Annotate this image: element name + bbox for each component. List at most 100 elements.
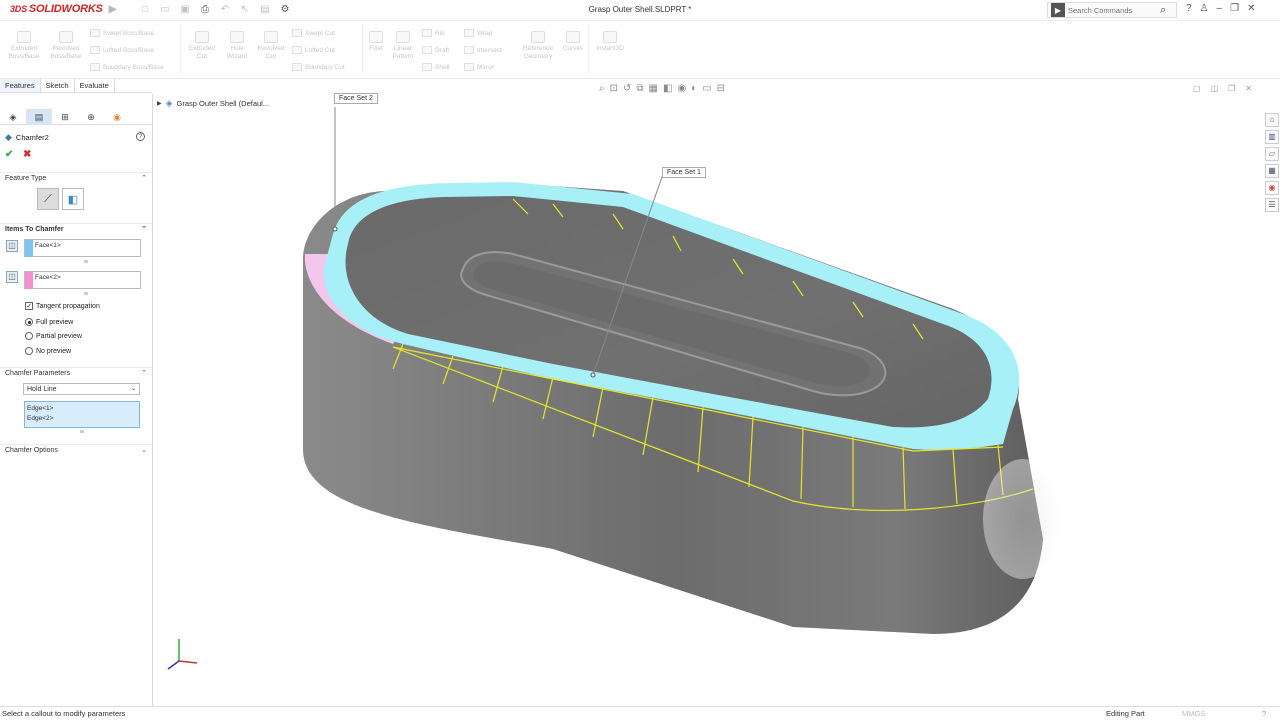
tab-features[interactable]: Features — [0, 79, 41, 92]
command-manager-tabs: Features Sketch Evaluate — [0, 79, 152, 93]
reference-geometry-icon — [531, 31, 545, 43]
extruded-boss-button[interactable]: Extruded Boss/Base — [5, 31, 43, 61]
no-preview-option[interactable]: No preview — [25, 347, 71, 355]
mirror-button[interactable]: Mirror — [464, 63, 494, 71]
extruded-cut-button[interactable]: Extruded Cut — [184, 31, 220, 61]
ground-shadow — [983, 459, 1063, 579]
curves-button[interactable]: Curves — [560, 31, 586, 53]
section-chamfer-parameters[interactable]: Chamfer Parameters ⌃ — [0, 367, 152, 379]
close-icon[interactable]: ✕ — [1247, 3, 1255, 14]
property-manager-icon[interactable]: ▤ — [26, 109, 52, 125]
feature-manager-icon[interactable]: ◈ — [0, 109, 26, 125]
help-icon[interactable]: ? — [1262, 707, 1266, 721]
section-feature-type[interactable]: Feature Type ⌃ — [0, 172, 152, 184]
radio[interactable] — [25, 347, 33, 355]
tangent-propagation-option[interactable]: ✓ Tangent propagation — [25, 302, 100, 310]
boundary-cut-button[interactable]: Boundary Cut — [292, 63, 345, 71]
part-body[interactable] — [303, 182, 1063, 634]
callout-face-set-2[interactable]: Face Set 2 — [334, 93, 378, 104]
feature-title: ◆ Chamfer2 — [5, 132, 49, 142]
chevron-up-icon[interactable]: ⌃ — [141, 173, 147, 185]
leader-anchor — [332, 226, 338, 232]
revolved-cut-button[interactable]: Revolved Cut — [254, 31, 288, 61]
lofted-boss-button[interactable]: Lofted Boss/Base — [90, 46, 154, 54]
ribbon-divider — [362, 25, 363, 73]
list-resize-handle[interactable] — [84, 260, 88, 263]
instant3d-button[interactable]: Instant3D — [592, 31, 628, 53]
fillet-icon — [369, 31, 383, 43]
chevron-down-icon[interactable]: ⌄ — [141, 445, 147, 457]
hold-line-dropdown[interactable]: Hold Line ⌄ — [23, 383, 140, 395]
help-icon[interactable]: ? — [1186, 3, 1192, 14]
radio-selected[interactable] — [25, 318, 33, 326]
search-icon[interactable]: ⌕ — [1160, 4, 1166, 17]
chevron-up-icon[interactable]: ⌃ — [141, 368, 147, 380]
configuration-manager-icon[interactable]: ⊞ — [52, 109, 78, 125]
help-icon[interactable]: ? — [136, 132, 145, 141]
unit-system[interactable]: MMGS — [1182, 707, 1205, 721]
chamfer-icon: ◆ — [5, 132, 12, 142]
graphics-area[interactable]: ▶ ◈ Grasp Outer Shell (Defaul... ⌕ ⊡ ↺ ⧉ ▦… — [153, 79, 1280, 706]
boundary-cut-icon — [292, 63, 302, 71]
chevron-up-icon[interactable]: ⌃ — [141, 224, 147, 236]
reference-geometry-button[interactable]: Reference Geometry — [518, 31, 558, 61]
hole-icon — [230, 31, 244, 43]
instant3d-icon — [603, 31, 617, 43]
model-canvas[interactable] — [153, 79, 1280, 706]
wrap-button[interactable]: Wrap — [464, 29, 492, 37]
revolve-cut-icon — [264, 31, 278, 43]
intersect-button[interactable]: Intersect — [464, 46, 502, 54]
status-bar: Select a callout to modify parameters Ed… — [0, 706, 1280, 720]
lofted-cut-button[interactable]: Lofted Cut — [292, 46, 335, 54]
title-bar: 3DS SOLIDWORKS ▶ □ ▭ ▣ ⎙ ↶ ↖ ▤ ⚙ Grasp Out… — [0, 0, 1280, 21]
face1-selection-box[interactable]: Face<1> — [24, 239, 141, 257]
ribbon-divider — [588, 25, 589, 73]
sweep-cut-icon — [292, 29, 302, 37]
dimxpert-manager-icon[interactable]: ⊕ — [78, 109, 104, 125]
list-item[interactable]: Edge<1> — [27, 404, 139, 414]
minimize-icon[interactable]: – — [1217, 3, 1223, 14]
rib-button[interactable]: Rib — [422, 29, 445, 37]
radio[interactable] — [25, 332, 33, 340]
revolved-boss-button[interactable]: Revolved Boss/Base — [47, 31, 85, 61]
checkbox-checked[interactable]: ✓ — [25, 302, 33, 310]
shell-button[interactable]: Shell — [422, 63, 449, 71]
search-input[interactable] — [1068, 5, 1160, 15]
ok-checkmark-icon[interactable]: ✔ — [5, 149, 13, 160]
search-scope-icon[interactable]: ▶ — [1051, 3, 1065, 17]
boundary-boss-button[interactable]: Boundary Boss/Base — [90, 63, 164, 71]
tab-sketch[interactable]: Sketch — [41, 79, 75, 92]
edge-chamfer-icon: ⟋ — [44, 192, 52, 205]
face2-selection-box[interactable]: Face<2> — [24, 271, 141, 289]
search-commands[interactable]: ▶ ⌕ — [1047, 2, 1177, 18]
swept-cut-button[interactable]: Swept Cut — [292, 29, 335, 37]
draft-button[interactable]: Draft — [422, 46, 449, 54]
chamfer-type-face-button[interactable]: ◧ — [62, 188, 84, 210]
hole-wizard-button[interactable]: Hole Wizard — [222, 31, 252, 61]
curves-icon — [566, 31, 580, 43]
partial-preview-option[interactable]: Partial preview — [25, 332, 82, 340]
tab-evaluate[interactable]: Evaluate — [75, 79, 115, 92]
rib-icon — [422, 29, 432, 37]
intersect-icon — [464, 46, 474, 54]
manager-tabs: ◈ ▤ ⊞ ⊕ ◉ — [0, 109, 152, 125]
list-resize-handle[interactable] — [84, 292, 88, 295]
user-icon[interactable]: ♙ — [1200, 3, 1209, 14]
callout-face-set-1[interactable]: Face Set 1 — [662, 167, 706, 178]
linear-pattern-button[interactable]: Linear Pattern — [390, 31, 416, 61]
display-manager-icon[interactable]: ◉ — [104, 109, 130, 125]
fillet-button[interactable]: Fillet — [364, 31, 388, 53]
list-item[interactable]: Edge<2> — [27, 414, 139, 424]
swept-boss-button[interactable]: Swept Boss/Base — [90, 29, 154, 37]
maximize-icon[interactable]: ❐ — [1230, 3, 1239, 14]
boundary-icon — [90, 63, 100, 71]
property-manager: ◈ ▤ ⊞ ⊕ ◉ ◆ Chamfer2 ? ✔ ✖ Feature Type ⌃ … — [0, 94, 153, 706]
section-items-to-chamfer[interactable]: Items To Chamfer ⌃ — [0, 223, 152, 235]
full-preview-option[interactable]: Full preview — [25, 318, 73, 326]
leader-anchor — [590, 372, 596, 378]
section-chamfer-options[interactable]: Chamfer Options ⌄ — [0, 444, 152, 456]
chamfer-type-edge-button[interactable]: ⟋ — [37, 188, 59, 210]
cancel-x-icon[interactable]: ✖ — [23, 149, 31, 160]
list-resize-handle[interactable] — [80, 430, 84, 433]
edge-selection-list[interactable]: Edge<1> Edge<2> — [24, 401, 140, 428]
